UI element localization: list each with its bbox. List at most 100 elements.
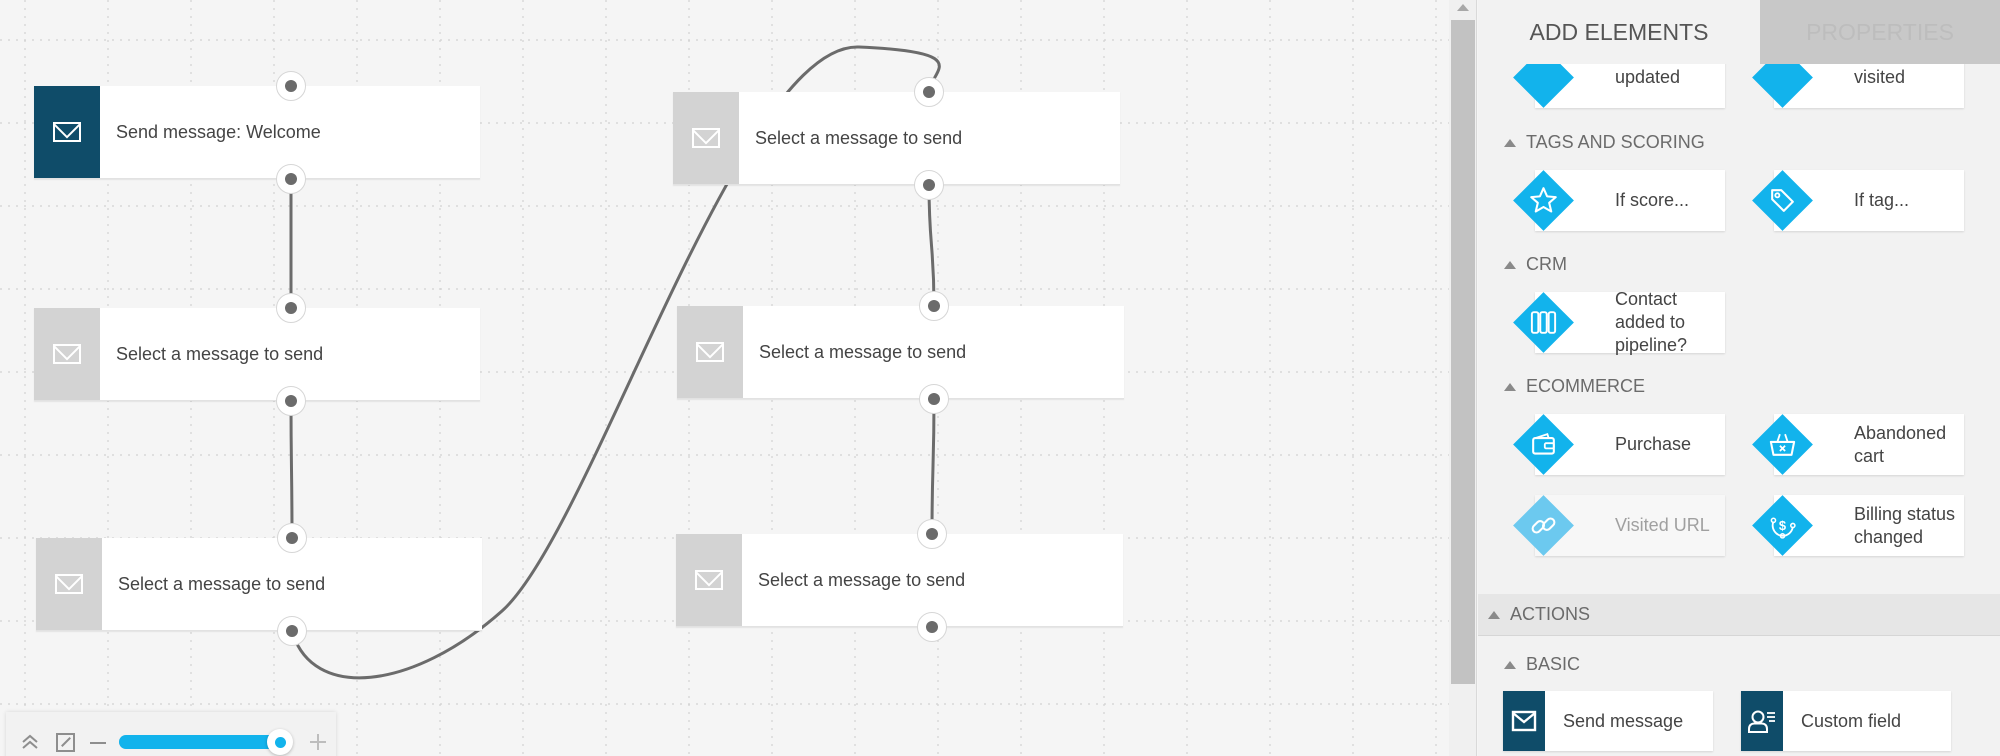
workflow-node-send-message[interactable]: Send message: Welcome xyxy=(34,86,480,179)
scroll-up-arrow-icon[interactable] xyxy=(1457,4,1469,11)
link-icon xyxy=(1531,517,1556,534)
workflow-node-empty[interactable]: Select a message to send xyxy=(36,538,482,631)
zoom-slider-fill xyxy=(119,735,280,749)
element-card-label: Abandoned cart xyxy=(1854,422,1947,466)
element-if-score[interactable]: If score... xyxy=(1513,170,1725,231)
element-purchase[interactable]: Purchase xyxy=(1513,414,1725,475)
vertical-scrollbar[interactable] xyxy=(1449,0,1477,756)
tab-properties[interactable]: PROPERTIES xyxy=(1760,0,2000,64)
element-card-label: If score... xyxy=(1615,190,1690,210)
wallet-icon xyxy=(1532,433,1555,455)
section-basic[interactable]: BASIC xyxy=(1504,654,1580,675)
node-icon-block xyxy=(673,92,739,184)
action-custom-field[interactable]: Custom field xyxy=(1741,691,1951,751)
workflow-node-empty[interactable]: Select a message to send xyxy=(677,306,1124,399)
output-port[interactable] xyxy=(277,616,307,646)
section-title: CRM xyxy=(1526,254,1567,274)
double-chevron-up-icon[interactable] xyxy=(20,732,40,756)
node-icon-block xyxy=(34,86,100,178)
pipeline-icon xyxy=(1530,311,1557,334)
collapse-triangle-icon xyxy=(1504,260,1516,269)
output-port[interactable] xyxy=(276,164,306,194)
element-icon-diamond xyxy=(1513,292,1574,353)
basket-icon xyxy=(1769,433,1796,456)
element-card-label: visited xyxy=(1854,67,1906,87)
envelope-icon xyxy=(696,342,724,362)
node-icon-block xyxy=(36,538,102,630)
element-card-label: If tag... xyxy=(1854,190,1910,210)
action-icon-block xyxy=(1503,691,1545,751)
tab-add-elements[interactable]: ADD ELEMENTS xyxy=(1478,0,1760,64)
section-title: BASIC xyxy=(1526,654,1581,674)
collapse-triangle-icon xyxy=(1504,660,1516,669)
expand-icon[interactable] xyxy=(56,733,75,752)
element-card-label: Billing status changed xyxy=(1854,503,1956,547)
scrollbar-thumb[interactable] xyxy=(1451,20,1475,684)
action-card-label: Send message xyxy=(1563,710,1684,731)
element-icon-diamond xyxy=(1752,64,1813,108)
element-card-partial[interactable]: visited xyxy=(1752,64,1964,108)
star-icon xyxy=(1530,187,1557,213)
envelope-icon xyxy=(1511,710,1537,732)
element-icon-diamond xyxy=(1513,64,1574,108)
zoom-out-button[interactable] xyxy=(90,742,106,744)
input-port[interactable] xyxy=(919,291,949,321)
input-port[interactable] xyxy=(276,293,306,323)
node-icon-block xyxy=(677,306,743,398)
node-icon-block xyxy=(676,534,742,626)
connection-wire[interactable] xyxy=(930,398,936,535)
element-if-tag[interactable]: If tag... xyxy=(1752,170,1964,231)
section-tags-and-scoring[interactable]: TAGS AND SCORING xyxy=(1504,132,1705,153)
envelope-icon xyxy=(53,122,81,142)
input-port[interactable] xyxy=(917,519,947,549)
clipped-cards-row: updated visited xyxy=(1478,64,2000,114)
output-port[interactable] xyxy=(919,384,949,414)
element-card-label: Contact added to pipeline? xyxy=(1615,289,1688,355)
action-card-label: Custom field xyxy=(1801,710,1902,731)
envelope-icon xyxy=(55,574,83,594)
element-card-label: Purchase xyxy=(1615,434,1692,454)
svg-text:$: $ xyxy=(1779,518,1786,533)
output-port[interactable] xyxy=(914,170,944,200)
collapse-triangle-icon xyxy=(1504,138,1516,147)
workflow-canvas[interactable]: Send message: Welcome Select a message t… xyxy=(0,0,1449,756)
input-port[interactable] xyxy=(276,71,306,101)
workflow-node-empty[interactable]: Select a message to send xyxy=(676,534,1123,627)
input-port[interactable] xyxy=(914,77,944,107)
action-send-message[interactable]: Send message xyxy=(1503,691,1713,751)
element-card-label: Visited URL xyxy=(1615,515,1710,535)
section-actions[interactable]: ACTIONS xyxy=(1488,604,1590,625)
zoom-in-button[interactable] xyxy=(308,732,328,756)
envelope-icon xyxy=(53,344,81,364)
zoom-slider[interactable] xyxy=(119,729,293,755)
billing-icon: $ xyxy=(1770,517,1796,539)
element-icon-diamond xyxy=(1513,495,1574,556)
element-contact-added-to-pipeline[interactable]: Contact added to pipeline? xyxy=(1513,289,1725,355)
tag-icon xyxy=(1771,189,1794,212)
element-card-partial[interactable]: updated xyxy=(1513,64,1725,108)
element-icon-diamond: $ xyxy=(1752,495,1813,556)
element-icon-diamond xyxy=(1513,414,1574,475)
action-icon-block xyxy=(1741,691,1783,751)
output-port[interactable] xyxy=(917,612,947,642)
input-port[interactable] xyxy=(277,523,307,553)
connection-wire[interactable] xyxy=(289,400,294,539)
custom-field-icon xyxy=(1748,710,1775,733)
section-crm[interactable]: CRM xyxy=(1504,254,1567,275)
workflow-node-empty[interactable]: Select a message to send xyxy=(34,308,480,401)
section-ecommerce[interactable]: ECOMMERCE xyxy=(1504,376,1645,397)
element-icon-diamond xyxy=(1752,170,1813,231)
workflow-node-empty[interactable]: Select a message to send xyxy=(673,92,1120,185)
element-abandoned-cart[interactable]: Abandoned cart xyxy=(1752,414,1964,475)
envelope-icon xyxy=(692,128,720,148)
side-panel: ADD ELEMENTS PROPERTIES updated visited … xyxy=(1478,0,2000,756)
connection-wire[interactable] xyxy=(927,184,936,307)
output-port[interactable] xyxy=(276,386,306,416)
section-title: ACTIONS xyxy=(1510,604,1591,624)
element-billing-status-changed[interactable]: $ Billing status changed xyxy=(1752,495,1964,556)
zoom-controls xyxy=(6,712,336,756)
section-title: TAGS AND SCORING xyxy=(1526,132,1705,152)
zoom-slider-handle[interactable] xyxy=(267,729,293,755)
element-visited-url[interactable]: Visited URL xyxy=(1513,495,1725,556)
node-icon-block xyxy=(34,308,100,400)
